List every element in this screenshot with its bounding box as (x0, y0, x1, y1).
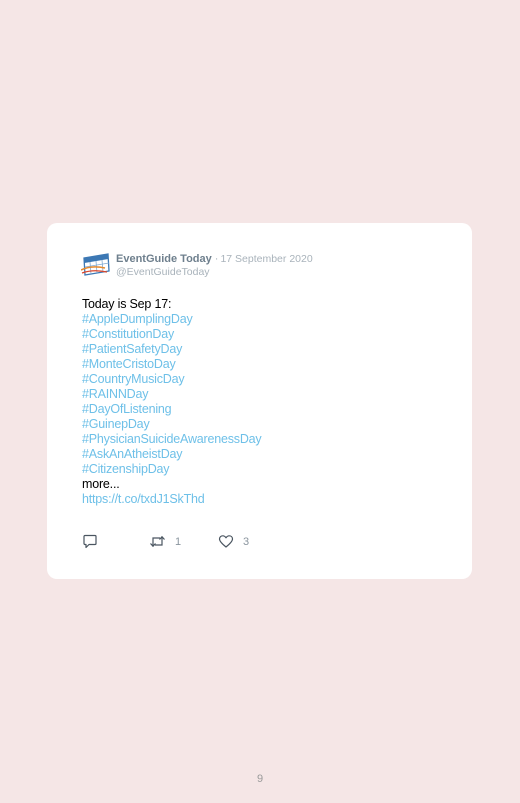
tweet-text-line: Today is Sep 17: (82, 297, 172, 311)
tweet-card: EventGuide Today · 17 September 2020 @Even… (47, 223, 472, 579)
hashtag-link[interactable]: #AppleDumplingDay (82, 312, 452, 327)
tweet-date[interactable]: 17 September 2020 (220, 253, 312, 265)
reply-button[interactable] (82, 534, 98, 549)
retweet-button[interactable]: 1 (149, 534, 181, 549)
hashtag-link[interactable]: #CountryMusicDay (82, 372, 452, 387)
hashtag-link[interactable]: #CitizenshipDay (82, 462, 452, 477)
reply-icon (83, 534, 97, 549)
tweet-actions: 1 3 (82, 534, 382, 550)
hashtag-link[interactable]: #ConstitutionDay (82, 327, 452, 342)
hashtag-link[interactable]: #AskAnAtheistDay (82, 447, 452, 462)
hashtag-link[interactable]: #DayOfListening (82, 402, 452, 417)
hashtag-link[interactable]: #PhysicianSuicideAwarenessDay (82, 432, 452, 447)
url-link[interactable]: https://t.co/txdJ1SkThd (82, 492, 452, 507)
display-name[interactable]: EventGuide Today (116, 253, 212, 265)
retweet-icon (150, 535, 165, 548)
calendar-logo-icon (80, 253, 110, 276)
tweet-text: Today is Sep 17: #AppleDumplingDay #Consti… (82, 297, 452, 507)
hashtag-link[interactable]: #MonteCristoDay (82, 357, 452, 372)
avatar[interactable] (80, 253, 111, 277)
tweet-text-line: more... (82, 477, 120, 491)
hashtag-link[interactable]: #RAINNDay (82, 387, 452, 402)
page-number: 9 (256, 773, 264, 785)
heart-icon (218, 535, 234, 548)
like-count: 3 (243, 535, 250, 548)
retweet-count: 1 (175, 535, 182, 548)
user-handle[interactable]: @EventGuideToday (116, 266, 210, 279)
hashtag-link[interactable]: #GuinepDay (82, 417, 452, 432)
hashtag-link[interactable]: #PatientSafetyDay (82, 342, 452, 357)
like-button[interactable]: 3 (218, 534, 249, 549)
tweet-header: EventGuide Today · 17 September 2020 (116, 252, 313, 266)
separator-dot: · (214, 253, 219, 265)
